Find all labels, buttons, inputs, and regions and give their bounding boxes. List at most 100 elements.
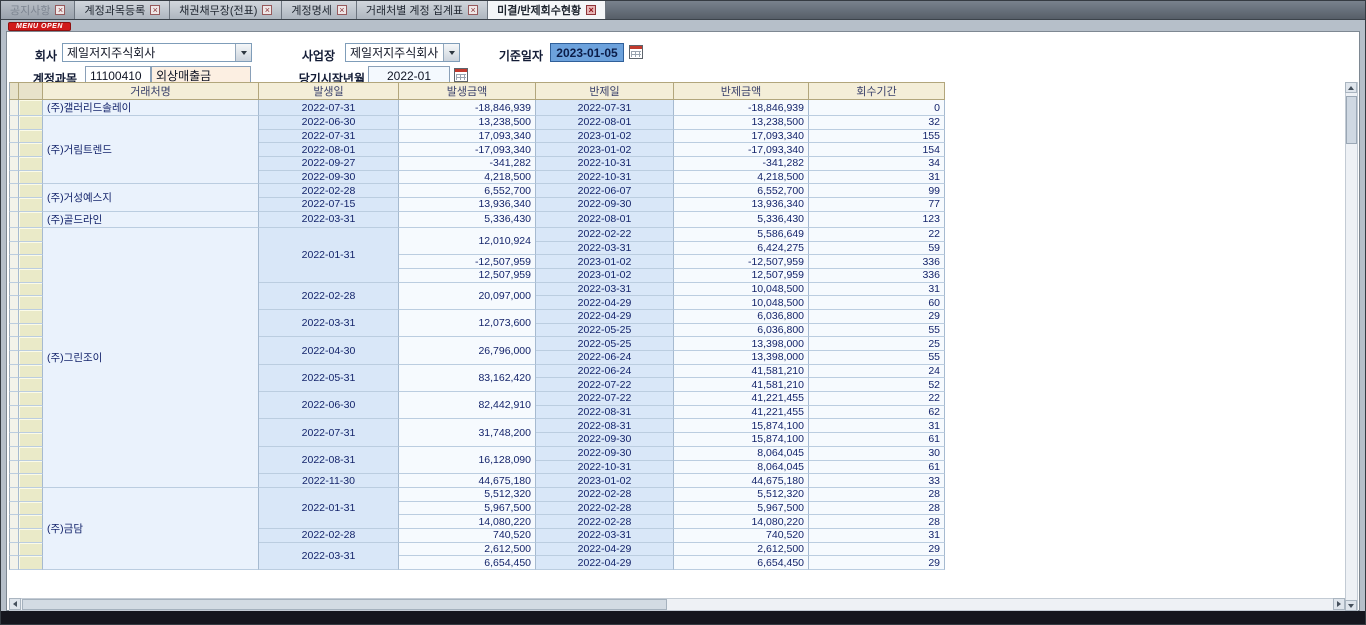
row-selector-cell[interactable] (19, 502, 43, 516)
scroll-left-icon[interactable] (9, 598, 21, 610)
row-selector-cell[interactable] (19, 157, 43, 171)
column-header[interactable]: 회수기간 (809, 82, 945, 100)
tab-close-icon[interactable]: × (468, 5, 478, 15)
chevron-down-icon[interactable] (443, 44, 459, 61)
scroll-right-icon[interactable] (1333, 598, 1345, 610)
row-selector-cell[interactable] (19, 351, 43, 365)
row-selector-cell[interactable] (19, 171, 43, 185)
row-selector-cell[interactable] (19, 100, 43, 116)
row-margin-cell (9, 283, 19, 297)
occurrence-date-cell: 2022-02-28 (259, 283, 399, 310)
row-selector-cell[interactable] (19, 255, 43, 269)
tab-label: 계정명세 (291, 2, 331, 18)
row-selector-cell[interactable] (19, 198, 43, 212)
chevron-down-icon[interactable] (235, 44, 251, 61)
tab-close-icon[interactable]: × (586, 5, 596, 15)
row-margin-cell (9, 324, 19, 338)
settlement-amount-cell: 41,221,455 (674, 392, 809, 406)
row-selector-cell[interactable] (19, 365, 43, 379)
row-selector-cell[interactable] (19, 406, 43, 420)
collection-days-cell: 31 (809, 529, 945, 543)
base-date-input[interactable]: 2023-01-05 (550, 43, 624, 62)
occurrence-amount-cell: 13,936,340 (399, 198, 536, 212)
row-selector-cell[interactable] (19, 419, 43, 433)
collection-days-cell: 0 (809, 100, 945, 116)
collection-days-cell: 336 (809, 255, 945, 269)
tab-1[interactable]: 공지사항× (1, 1, 75, 19)
scroll-down-icon[interactable] (1345, 600, 1357, 611)
row-selector-cell[interactable] (19, 228, 43, 242)
occurrence-date-cell: 2022-07-31 (259, 100, 399, 116)
row-selector-cell[interactable] (19, 116, 43, 130)
settlement-date-cell: 2023-01-02 (536, 269, 674, 283)
site-select[interactable]: 제일저지주식회사 (345, 43, 460, 62)
row-selector-cell[interactable] (19, 515, 43, 529)
vertical-scrollbar[interactable] (1345, 82, 1358, 611)
row-selector-cell[interactable] (19, 242, 43, 256)
row-selector-cell[interactable] (19, 474, 43, 488)
row-selector-cell[interactable] (19, 283, 43, 297)
row-selector-cell[interactable] (19, 461, 43, 475)
horizontal-scroll-thumb[interactable] (22, 599, 667, 610)
tab-5[interactable]: 거래처별 계정 집계표× (357, 1, 488, 19)
row-selector-cell[interactable] (19, 310, 43, 324)
row-selector-cell[interactable] (19, 184, 43, 198)
settlement-date-cell: 2022-04-29 (536, 296, 674, 310)
horizontal-scrollbar[interactable] (9, 598, 1345, 611)
row-selector-cell[interactable] (19, 488, 43, 502)
row-selector-cell[interactable] (19, 296, 43, 310)
menu-open-button[interactable]: MENU OPEN (8, 22, 71, 31)
row-margin-cell (9, 461, 19, 475)
tab-close-icon[interactable]: × (262, 5, 272, 15)
column-header[interactable]: 반제금액 (674, 82, 809, 100)
column-header[interactable]: 발생일 (259, 82, 399, 100)
row-selector-cell[interactable] (19, 269, 43, 283)
tab-4[interactable]: 계정명세 × (282, 1, 356, 19)
tab-close-icon[interactable]: × (150, 5, 160, 15)
row-selector-cell[interactable] (19, 143, 43, 157)
collection-days-cell: 22 (809, 392, 945, 406)
grid-row: (주)금담2022-01-315,512,3202022-02-285,512,… (9, 488, 945, 502)
company-select[interactable]: 제일저지주식회사 (62, 43, 252, 62)
grid-area: 거래처명발생일발생금액반제일반제금액회수기간 (주)갤러리드솔레이2022-07… (9, 82, 949, 598)
column-header[interactable]: 거래처명 (43, 82, 259, 100)
tab-close-icon[interactable]: × (337, 5, 347, 15)
tab-2[interactable]: 계정과목등록× (75, 1, 170, 19)
row-selector-cell[interactable] (19, 378, 43, 392)
occurrence-amount-cell: 6,552,700 (399, 184, 536, 198)
occurrence-date-cell: 2022-09-27 (259, 157, 399, 171)
settlement-amount-cell: 8,064,045 (674, 447, 809, 461)
tab-6[interactable]: 미결/반제회수현황× (488, 1, 606, 19)
row-selector-cell[interactable] (19, 543, 43, 557)
occurrence-date-cell: 2022-01-31 (259, 488, 399, 529)
settlement-date-cell: 2022-03-31 (536, 283, 674, 297)
row-selector-cell[interactable] (19, 212, 43, 228)
row-selector-cell[interactable] (19, 556, 43, 570)
tab-3[interactable]: 채권채무장(전표)× (170, 1, 282, 19)
row-margin-cell (9, 392, 19, 406)
column-header[interactable]: 발생금액 (399, 82, 536, 100)
row-selector-cell[interactable] (19, 447, 43, 461)
tab-close-icon[interactable]: × (55, 5, 65, 15)
calendar-icon[interactable] (629, 45, 643, 59)
row-margin-cell (9, 296, 19, 310)
occurrence-amount-cell: 5,967,500 (399, 502, 536, 516)
row-margin-cell (9, 543, 19, 557)
row-selector-cell[interactable] (19, 529, 43, 543)
vertical-scroll-thumb[interactable] (1346, 96, 1357, 144)
column-header[interactable]: 반제일 (536, 82, 674, 100)
customer-name-cell: (주)금담 (43, 488, 259, 570)
row-selector-cell[interactable] (19, 433, 43, 447)
tab-bar: 공지사항×계정과목등록×채권채무장(전표)×계정명세×거래처별 계정 집계표×미… (1, 1, 1365, 20)
occurrence-amount-cell: -12,507,959 (399, 255, 536, 269)
occurrence-amount-cell: 12,507,959 (399, 269, 536, 283)
row-selector-cell[interactable] (19, 392, 43, 406)
row-selector-cell[interactable] (19, 337, 43, 351)
settlement-amount-cell: 5,512,320 (674, 488, 809, 502)
settlement-amount-cell: -17,093,340 (674, 143, 809, 157)
row-selector-cell[interactable] (19, 324, 43, 338)
scroll-up-icon[interactable] (1345, 82, 1357, 93)
calendar-icon[interactable] (454, 68, 468, 82)
row-selector-cell[interactable] (19, 130, 43, 144)
settlement-date-cell: 2022-10-31 (536, 171, 674, 185)
